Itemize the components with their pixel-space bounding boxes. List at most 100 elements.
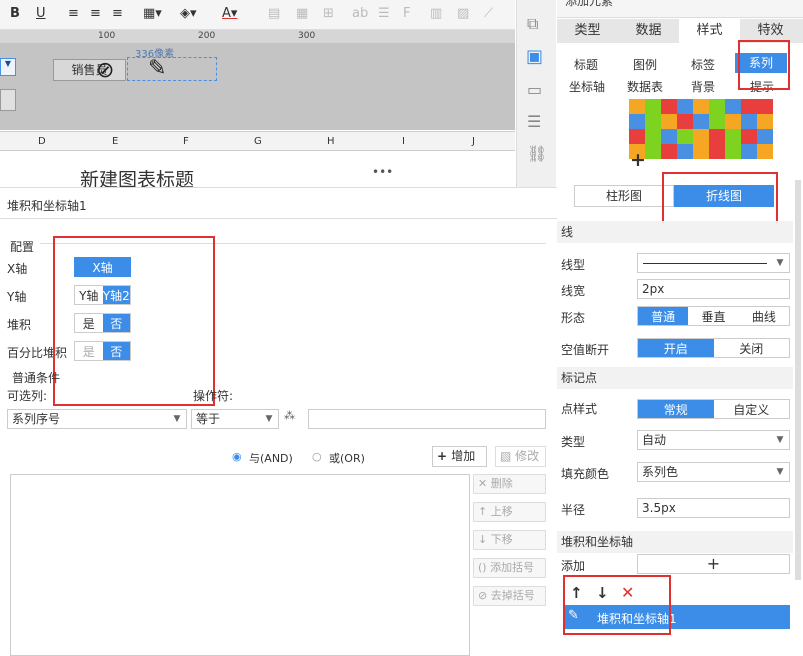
underline-button[interactable]: U [36, 6, 46, 21]
null-break-toggle[interactable]: 开启 关闭 [637, 338, 790, 358]
add-bracket-button[interactable]: () 添加括号 [473, 558, 546, 578]
palette-swatch[interactable] [693, 99, 709, 114]
tab-type[interactable]: 类型 [557, 19, 618, 43]
palette-swatch[interactable] [677, 129, 693, 144]
border-icon[interactable]: ▦▾ [143, 6, 162, 21]
palette-swatch[interactable] [693, 114, 709, 129]
palette-swatch[interactable] [661, 99, 677, 114]
hidden-eye-icon[interactable]: ⊘ [96, 58, 114, 83]
subtab-background[interactable]: 背景 [691, 78, 715, 95]
panel-icon[interactable]: ▭ [527, 80, 542, 99]
copy-icon[interactable]: ⧉ [527, 14, 538, 34]
subtab-legend[interactable]: 图例 [633, 56, 657, 73]
marker-custom[interactable]: 自定义 [714, 400, 790, 418]
slash-icon[interactable]: ⟋ [484, 6, 493, 21]
add-condition-button[interactable]: + 增加 [432, 446, 487, 467]
tab-data[interactable]: 数据 [618, 19, 679, 43]
line-section[interactable]: 线 [557, 221, 793, 243]
image-icon[interactable]: ▨ [457, 6, 469, 21]
add-stack-button[interactable]: + [637, 554, 790, 574]
cell-widget[interactable] [0, 89, 16, 111]
text-icon[interactable]: ab [352, 6, 368, 21]
operator-select[interactable]: 等于 ▼ [191, 409, 279, 429]
subtab-axis[interactable]: 坐标轴 [569, 78, 605, 95]
tab-style[interactable]: 样式 [679, 19, 740, 43]
shape-normal[interactable]: 普通 [638, 307, 689, 325]
marker-style-toggle[interactable]: 常规 自定义 [637, 399, 790, 419]
or-label[interactable]: 或(OR) [329, 450, 365, 466]
palette-swatch[interactable] [677, 144, 693, 159]
palette-swatch[interactable] [677, 114, 693, 129]
table-icon[interactable]: ▤ [268, 6, 280, 21]
palette-swatch[interactable] [709, 144, 725, 159]
palette-swatch[interactable] [741, 114, 757, 129]
modify-button[interactable]: ▧ 修改 [495, 446, 546, 467]
chart-icon[interactable]: ▥ [430, 6, 442, 21]
marker-normal[interactable]: 常规 [638, 400, 714, 418]
delete-button[interactable]: ✕ 删除 [473, 474, 546, 494]
radius-input[interactable]: 3.5px [637, 498, 790, 518]
or-radio-icon[interactable]: ○ [312, 450, 322, 463]
formula-icon[interactable]: F [403, 6, 410, 21]
merge-icon[interactable]: ⊞ [323, 6, 334, 21]
palette-swatch[interactable] [725, 144, 741, 159]
link-icon[interactable]: ⛓ [527, 144, 547, 163]
list-icon[interactable]: ☰ [378, 6, 390, 21]
font-color-icon[interactable]: A▾ [222, 6, 237, 21]
and-radio-icon[interactable]: ◉ [232, 450, 242, 463]
null-off[interactable]: 关闭 [714, 339, 790, 357]
pencil-icon[interactable]: ✎ [148, 56, 166, 81]
marker-section[interactable]: 标记点 [557, 367, 793, 389]
line-width-input[interactable]: 2px [637, 279, 790, 299]
sales-cell[interactable]: 销售员 [53, 59, 126, 81]
palette-swatch[interactable] [693, 144, 709, 159]
palette-swatch[interactable] [661, 114, 677, 129]
palette-swatch[interactable] [677, 99, 693, 114]
bar-chart-button[interactable]: 柱形图 [574, 185, 674, 207]
more-icon[interactable]: ••• [372, 165, 393, 179]
palette-swatch[interactable] [709, 99, 725, 114]
palette-swatch[interactable] [725, 129, 741, 144]
subtab-datatable[interactable]: 数据表 [627, 78, 663, 95]
palette-swatch[interactable] [741, 99, 757, 114]
align-center-icon[interactable]: ≡ [90, 6, 101, 21]
marker-type-select[interactable]: 自动 ▼ [637, 430, 790, 450]
shape-curve[interactable]: 曲线 [739, 307, 789, 325]
palette-swatch[interactable] [645, 114, 661, 129]
condition-list[interactable] [10, 474, 470, 656]
palette-swatch[interactable] [709, 129, 725, 144]
palette-swatch[interactable] [645, 144, 661, 159]
palette-swatch[interactable] [661, 129, 677, 144]
add-palette-icon[interactable]: + [630, 149, 646, 171]
dropdown-icon[interactable]: ▼ [0, 58, 16, 76]
fill-color-icon[interactable]: ◈▾ [180, 6, 197, 21]
grid-icon[interactable]: ▦ [296, 6, 308, 21]
layers-icon[interactable]: ☰ [527, 112, 541, 131]
palette-swatch[interactable] [693, 129, 709, 144]
line-type-select[interactable]: ▼ [637, 253, 790, 273]
value-input[interactable] [308, 409, 546, 429]
align-right-icon[interactable]: ≡ [112, 6, 123, 21]
remove-bracket-button[interactable]: ⊘ 去掉括号 [473, 586, 546, 606]
palette-swatch[interactable] [709, 114, 725, 129]
and-label[interactable]: 与(AND) [249, 450, 293, 466]
shape-toggle[interactable]: 普通 垂直 曲线 [637, 306, 790, 326]
palette-swatch[interactable] [757, 99, 773, 114]
move-up-button[interactable]: ↑ 上移 [473, 502, 546, 522]
widget-icon[interactable]: ▣ [526, 46, 543, 67]
subtab-title[interactable]: 标题 [574, 56, 598, 73]
palette-swatch[interactable] [645, 129, 661, 144]
subtab-label[interactable]: 标签 [691, 56, 715, 73]
palette-swatch[interactable] [645, 99, 661, 114]
scrollbar[interactable] [795, 180, 801, 580]
stack-axis-section[interactable]: 堆积和坐标轴 [557, 531, 793, 553]
fill-color-select[interactable]: 系列色 ▼ [637, 462, 790, 482]
move-down-button[interactable]: ↓ 下移 [473, 530, 546, 550]
palette-swatch[interactable] [741, 144, 757, 159]
shape-vertical[interactable]: 垂直 [688, 307, 738, 325]
palette-swatch[interactable] [725, 99, 741, 114]
palette-swatch[interactable] [757, 129, 773, 144]
palette-swatch[interactable] [629, 129, 645, 144]
column-select[interactable]: 系列序号 ▼ [7, 409, 187, 429]
palette-swatch[interactable] [757, 114, 773, 129]
